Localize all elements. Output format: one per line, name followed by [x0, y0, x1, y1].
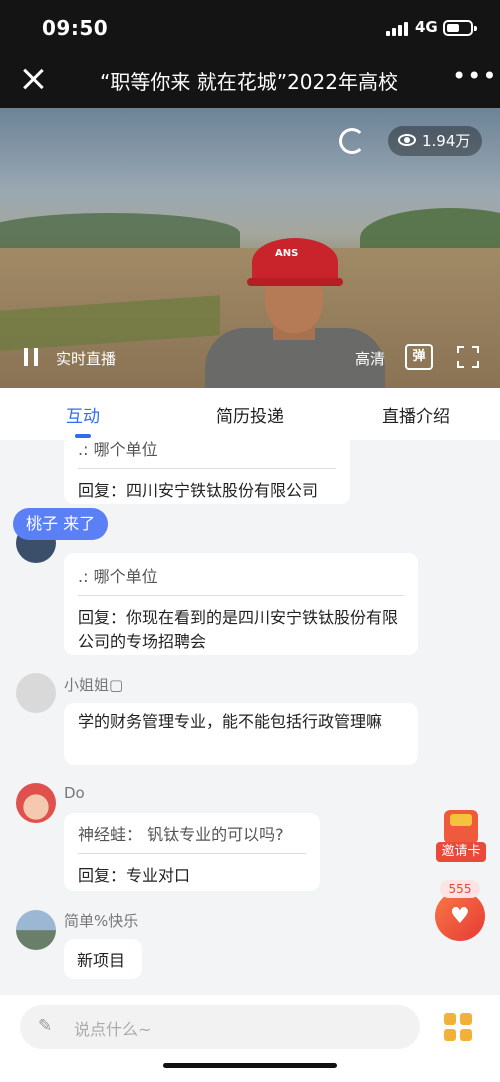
eye-icon: [398, 134, 416, 146]
page-title: “职等你来 就在花城”2022年高校: [100, 70, 398, 94]
danmu-toggle-icon[interactable]: 弹: [405, 344, 433, 370]
heart-icon: ♥: [450, 904, 470, 929]
viewer-count: 1.94万: [422, 132, 471, 150]
viewer-count-badge: 1.94万: [388, 126, 483, 156]
refresh-icon[interactable]: [339, 128, 365, 154]
like-button-circle: ♥: [435, 891, 485, 941]
quoted-question: 神经蛙： 钒钛专业的可以吗?: [78, 821, 306, 854]
comment-placeholder: 说点什么~: [74, 1020, 152, 1039]
home-indicator: [163, 1063, 337, 1068]
envelope-icon: [444, 810, 478, 844]
signal-icon: [386, 22, 410, 36]
join-notice: 桃子 来了: [13, 508, 109, 540]
chat-list[interactable]: .: 哪个单位 回复：四川安宁铁钛股份有限公司 桃子 来了 .: 哪个单位 回复…: [0, 440, 500, 995]
video-controls: 实时直播 高清 弹: [0, 340, 500, 376]
reply-text: 回复：你现在看到的是四川安宁铁钛股份有限公司的专场招聘会: [78, 608, 399, 651]
reply-text: 回复：四川安宁铁钛股份有限公司: [78, 481, 319, 500]
bottom-bar: ✎ 说点什么~: [0, 995, 500, 1082]
avatar[interactable]: [16, 783, 56, 823]
close-icon[interactable]: [20, 66, 48, 94]
apps-grid-icon[interactable]: [444, 1013, 472, 1041]
chat-message: 新项目: [64, 939, 142, 979]
chat-message: .: 哪个单位 回复：四川安宁铁钛股份有限公司: [64, 440, 350, 504]
chat-message: .: 哪个单位 回复：你现在看到的是四川安宁铁钛股份有限公司的专场招聘会: [64, 553, 418, 655]
reply-text: 回复：专业对口: [78, 866, 191, 885]
header: “职等你来 就在花城”2022年高校 •••: [0, 58, 500, 102]
username: Do: [64, 784, 85, 802]
pause-icon[interactable]: [24, 348, 40, 366]
active-tab-indicator: [75, 434, 91, 438]
like-count: 555: [440, 880, 480, 898]
chat-message: 神经蛙： 钒钛专业的可以吗? 回复：专业对口: [64, 813, 320, 891]
video-scenery: [0, 213, 240, 253]
status-time: 09:50: [42, 16, 109, 40]
username: 简单%快乐: [64, 912, 139, 930]
username: 小姐姐▢: [64, 676, 124, 694]
comment-input[interactable]: ✎ 说点什么~: [20, 1005, 420, 1049]
helmet-logo: ANS: [275, 248, 299, 259]
invite-card-button[interactable]: 邀请卡: [436, 808, 486, 864]
more-options-icon[interactable]: •••: [452, 64, 496, 90]
quoted-question: .: 哪个单位: [78, 440, 336, 469]
like-button[interactable]: ♥ 555: [434, 880, 486, 942]
quality-button[interactable]: 高清: [355, 348, 385, 369]
chat-message: 学的财务管理专业，能不能包括行政管理嘛: [64, 703, 418, 765]
top-bar: 09:50 4G “职等你来 就在花城”2022年高校 •••: [0, 0, 500, 108]
tab-resume-submit[interactable]: 简历投递: [216, 402, 284, 427]
quoted-question: .: 哪个单位: [78, 563, 404, 596]
status-bar: 09:50 4G: [0, 14, 500, 42]
battery-icon: [443, 20, 477, 36]
avatar[interactable]: [16, 910, 56, 950]
tab-live-intro[interactable]: 直播介绍: [382, 402, 450, 427]
tab-bar: 互动 简历投递 直播介绍: [0, 388, 500, 440]
avatar[interactable]: [16, 673, 56, 713]
live-label: 实时直播: [56, 350, 117, 368]
pencil-icon: ✎: [38, 1016, 53, 1036]
network-type: 4G: [415, 18, 438, 36]
live-video-player[interactable]: ANS 1.94万 实时直播 高清 弹: [0, 108, 500, 388]
tab-interaction[interactable]: 互动: [66, 402, 100, 427]
fullscreen-icon[interactable]: [457, 346, 479, 368]
invite-card-label: 邀请卡: [436, 842, 486, 862]
